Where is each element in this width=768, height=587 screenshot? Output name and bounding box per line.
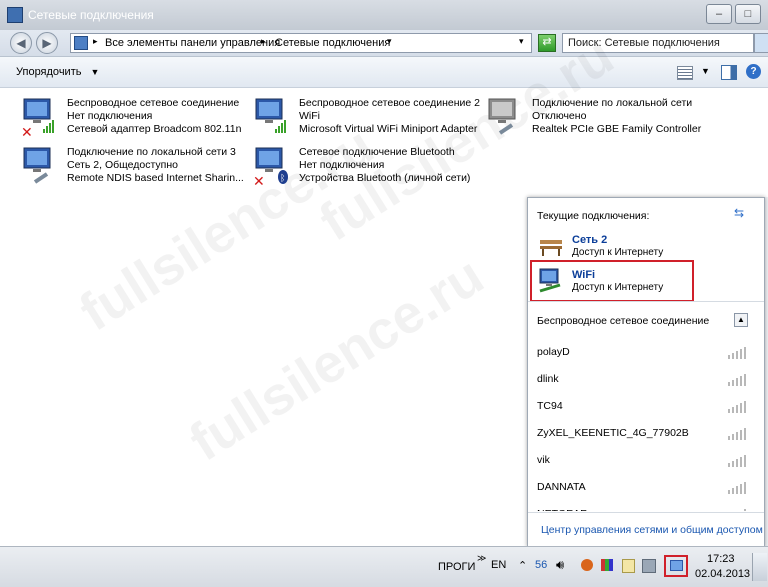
title-bar: Сетевые подключения ‒ □ bbox=[0, 0, 768, 31]
breadcrumb-dropdown-icon[interactable]: ▾ bbox=[387, 36, 392, 47]
help-icon[interactable]: ? bbox=[746, 64, 761, 79]
signal-strength-icon bbox=[728, 480, 748, 494]
lan-network-icon bbox=[488, 98, 516, 135]
signal-strength-icon bbox=[728, 372, 748, 386]
svg-text:✕: ✕ bbox=[253, 174, 265, 186]
bluetooth-network-icon: ᛒ ✕ bbox=[253, 147, 288, 186]
connection-item[interactable]: Беспроводное сетевое соединение 2 WiFi M… bbox=[253, 97, 483, 141]
wifi-network-item[interactable]: TC94 bbox=[536, 396, 748, 420]
clock-date[interactable]: 02.04.2013 bbox=[695, 568, 750, 580]
window-icon bbox=[7, 7, 23, 23]
view-options-icon[interactable] bbox=[677, 66, 693, 80]
watermark: fullsilence.ru bbox=[179, 245, 494, 473]
signal-strength-icon bbox=[728, 453, 748, 467]
connection-device: Microsoft Virtual WiFi Miniport Adapter bbox=[299, 123, 478, 135]
language-indicator[interactable]: EN bbox=[491, 559, 506, 571]
connection-item[interactable]: ᛒ ✕ Сетевое подключение Bluetooth Нет по… bbox=[253, 146, 483, 190]
divider bbox=[528, 512, 764, 513]
tray-app-icon[interactable] bbox=[622, 559, 635, 573]
wifi-network-item[interactable]: NETGEAR bbox=[536, 504, 748, 511]
taskbar: ПРОГИ ≫ EN ⌃ 56 🔊︎ 17:23 02.04.2013 bbox=[0, 546, 768, 587]
wireless-network-icon: ✕ bbox=[21, 98, 54, 137]
preview-pane-icon[interactable] bbox=[721, 65, 737, 80]
chevron-down-icon: ▼ bbox=[90, 67, 100, 77]
control-panel-icon bbox=[74, 36, 88, 50]
back-button[interactable]: ◀ bbox=[10, 32, 32, 54]
wifi-network-item[interactable]: vik bbox=[536, 450, 748, 474]
address-row: ◀ ▶ ▸ Все элементы панели управления ▸ С… bbox=[0, 30, 768, 57]
address-history-dropdown-icon[interactable]: ▾ bbox=[519, 36, 524, 47]
breadcrumb-arrow-icon[interactable]: ▸ bbox=[261, 36, 266, 47]
wifi-network-item[interactable]: ZyXEL_KEENETIC_4G_77902B bbox=[536, 423, 748, 447]
connection-name: Подключение по локальной сети 3 bbox=[67, 146, 236, 158]
tray-expand-icon[interactable]: ⌃ bbox=[518, 559, 527, 572]
connection-device: Realtek PCIe GBE Family Controller bbox=[532, 123, 702, 135]
signal-strength-icon bbox=[728, 507, 748, 511]
window-title: Сетевые подключения bbox=[28, 8, 154, 22]
wifi-network-name: dlink bbox=[537, 373, 559, 385]
tray-app-icon[interactable] bbox=[581, 559, 593, 571]
taskbar-separator-icon: ≫ bbox=[477, 553, 487, 563]
signal-strength-icon bbox=[728, 426, 748, 440]
tray-counter[interactable]: 56 bbox=[535, 559, 547, 571]
connection-item[interactable]: Подключение по локальной сети 3 Сеть 2, … bbox=[21, 146, 251, 190]
forward-button[interactable]: ▶ bbox=[36, 32, 58, 54]
wifi-network-name: NETGEAR bbox=[537, 508, 588, 511]
breadcrumb-control-panel[interactable]: Все элементы панели управления bbox=[105, 37, 280, 49]
organize-button[interactable]: Упорядочить ▼ bbox=[16, 66, 99, 78]
view-dropdown-icon[interactable]: ▼ bbox=[701, 66, 710, 76]
connection-status: Нет подключения bbox=[299, 159, 385, 171]
search-icon[interactable] bbox=[754, 33, 768, 53]
wifi-network-name: polayD bbox=[537, 346, 570, 358]
tray-app-icon[interactable] bbox=[601, 559, 613, 571]
command-bar: Упорядочить ▼ ▼ ? bbox=[0, 57, 768, 88]
volume-icon[interactable]: 🔊︎ bbox=[556, 557, 564, 573]
wifi-network-item[interactable]: DANNATA bbox=[536, 477, 748, 501]
connection-status: Нет подключения bbox=[67, 110, 153, 122]
wifi-network-name: vik bbox=[537, 454, 550, 466]
signal-strength-icon bbox=[728, 345, 748, 359]
signal-strength-icon bbox=[728, 399, 748, 413]
maximize-button[interactable]: □ bbox=[735, 4, 761, 24]
minimize-button[interactable]: ‒ bbox=[706, 4, 732, 24]
show-desktop-button[interactable] bbox=[752, 553, 767, 581]
connection-device: Устройства Bluetooth (личной сети) bbox=[299, 172, 471, 184]
network-popup: Текущие подключения: ⇆ Сеть 2 Доступ к И… bbox=[527, 197, 765, 547]
wifi-network-name: TC94 bbox=[537, 400, 563, 412]
connection-status: WiFi bbox=[299, 110, 320, 122]
lan-network-icon bbox=[23, 147, 51, 184]
wireless-network-icon bbox=[255, 98, 286, 133]
taskbar-program[interactable]: ПРОГИ bbox=[438, 561, 475, 573]
connection-name: Подключение по локальной сети bbox=[532, 97, 693, 109]
svg-text:✕: ✕ bbox=[21, 125, 33, 137]
connection-name: Беспроводное сетевое соединение bbox=[67, 97, 240, 109]
network-center-link[interactable]: Центр управления сетями и общим доступом bbox=[541, 524, 763, 536]
wifi-network-name: ZyXEL_KEENETIC_4G_77902B bbox=[537, 427, 689, 439]
connection-device: Сетевой адаптер Broadcom 802.11n bbox=[67, 123, 242, 135]
wifi-network-item[interactable]: polayD bbox=[536, 342, 748, 366]
tray-app-icon[interactable] bbox=[642, 559, 656, 573]
connection-name: Беспроводное сетевое соединение 2 bbox=[299, 97, 480, 109]
network-tray-icon[interactable] bbox=[664, 555, 688, 577]
connection-device: Remote NDIS based Internet Sharin... bbox=[67, 172, 244, 184]
clock-time[interactable]: 17:23 bbox=[707, 553, 735, 565]
wifi-network-list: polayD dlink TC94 ZyXEL_KEENETIC_4G_77902Bv… bbox=[528, 198, 764, 511]
svg-text:ᛒ: ᛒ bbox=[280, 173, 285, 184]
breadcrumb-network-connections[interactable]: Сетевые подключения bbox=[275, 37, 390, 49]
connection-item[interactable]: Подключение по локальной сети Отключено … bbox=[486, 97, 716, 141]
connection-status: Отключено bbox=[532, 110, 587, 122]
breadcrumb-arrow-icon[interactable]: ▸ bbox=[93, 36, 98, 47]
connection-item[interactable]: ✕ Беспроводное сетевое соединение Нет по… bbox=[21, 97, 251, 141]
address-bar[interactable]: ▸ Все элементы панели управления ▸ Сетев… bbox=[70, 33, 532, 53]
wifi-network-item[interactable]: dlink bbox=[536, 369, 748, 393]
connection-name: Сетевое подключение Bluetooth bbox=[299, 146, 455, 158]
connection-status: Сеть 2, Общедоступно bbox=[67, 159, 178, 171]
wifi-network-name: DANNATA bbox=[537, 481, 586, 493]
network-monitor-icon bbox=[670, 560, 683, 571]
organize-label: Упорядочить bbox=[16, 66, 82, 78]
